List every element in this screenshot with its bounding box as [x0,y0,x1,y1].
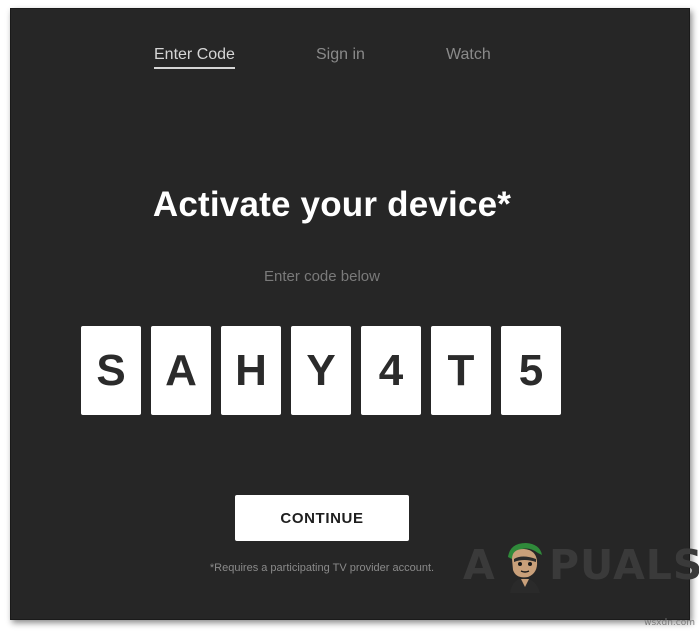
code-character-box: H [221,326,281,415]
code-character-box: Y [291,326,351,415]
step-navigation: Enter Code Sign in Watch [11,46,689,76]
step-sign-in[interactable]: Sign in [316,46,365,64]
page-title: Activate your device* [152,185,512,224]
code-character-box: 5 [501,326,561,415]
code-character-box: T [431,326,491,415]
appuals-mascot-icon [508,543,542,593]
activation-panel: Enter Code Sign in Watch Activate your d… [10,8,699,620]
code-instruction: Enter code below [264,268,380,285]
code-character-box: S [81,326,141,415]
code-character-box: A [151,326,211,415]
step-watch[interactable]: Watch [446,46,491,64]
page: Enter Code Sign in Watch Activate your d… [0,0,699,631]
site-credit: wsxdn.com [644,618,695,628]
watermark-wordmark: PUALS [549,541,699,589]
appuals-watermark: A PUALS [463,535,699,595]
code-character-box: 4 [361,326,421,415]
watermark-letter: A [463,541,496,589]
continue-button[interactable]: CONTINUE [235,495,409,541]
step-enter-code[interactable]: Enter Code [154,46,235,69]
